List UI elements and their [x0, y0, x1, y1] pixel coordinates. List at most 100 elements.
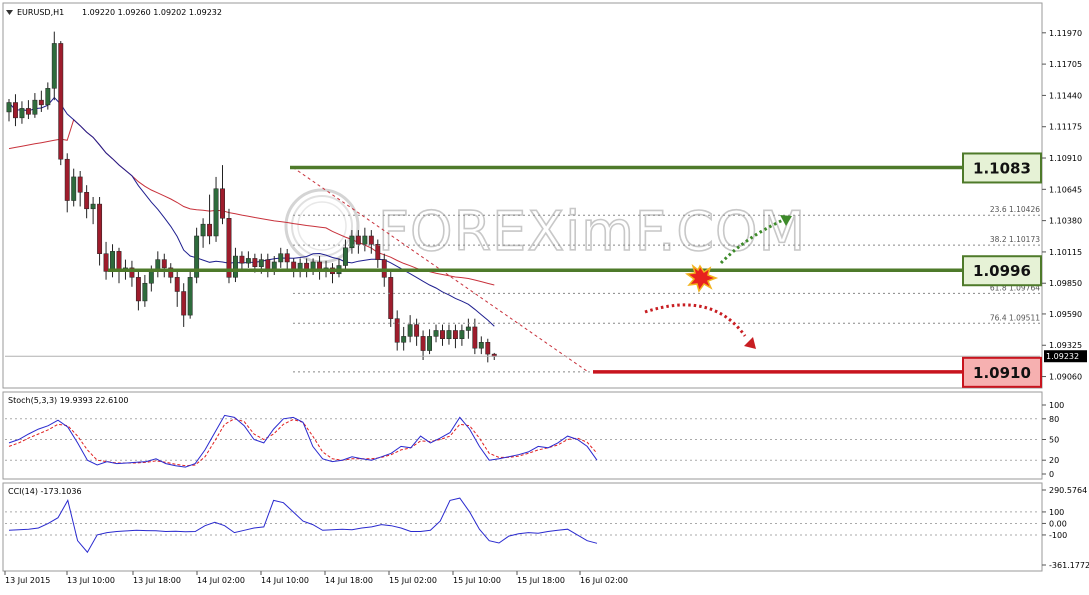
- candle-bull: [213, 188, 219, 237]
- stoch-tick-label: 100: [1049, 401, 1064, 410]
- candle-bear: [440, 330, 445, 340]
- time-tick-label: 16 Jul 02:00: [580, 576, 628, 585]
- level-badge-pivot: 1.0996: [962, 255, 1042, 287]
- price-tick-label: 1.10115: [1049, 248, 1082, 257]
- candle-bear: [252, 258, 258, 267]
- candle-bear: [38, 99, 44, 106]
- candle-bull: [245, 258, 251, 264]
- fib-level-label: 23.6 1.10426: [990, 205, 1040, 214]
- candle-bull: [478, 342, 484, 349]
- level-badge-resistance: 1.1083: [962, 152, 1042, 184]
- candle-bull: [278, 253, 284, 263]
- ohlc-values: 1.09220 1.09260 1.09202 1.09232: [82, 8, 222, 17]
- price-tick-label: 1.11175: [1049, 123, 1082, 132]
- price-tick-label: 1.11970: [1049, 29, 1082, 38]
- candle-bear: [64, 158, 70, 201]
- candle-bear: [97, 203, 103, 254]
- candle-bear: [58, 43, 64, 160]
- candle-bull: [19, 108, 25, 119]
- cci-tick-label: 290.5764: [1049, 486, 1087, 495]
- candle-bull: [433, 330, 439, 337]
- cci-tick-label: 0.00: [1049, 519, 1067, 528]
- candle-bull: [233, 255, 238, 278]
- time-tick-label: 14 Jul 18:00: [325, 576, 373, 585]
- time-tick-label: 15 Jul 18:00: [517, 576, 565, 585]
- stoch-tick-label: 20: [1049, 456, 1059, 465]
- candle: [58, 41, 64, 166]
- candle-bull: [32, 99, 38, 115]
- candle-bull: [45, 88, 51, 106]
- time-tick-label: 14 Jul 10:00: [261, 576, 309, 585]
- candle-bull: [6, 102, 12, 113]
- price-tick-label: 1.09850: [1049, 279, 1082, 288]
- time-tick-label: 14 Jul 02:00: [197, 576, 245, 585]
- time-tick-label: 13 Jul 18:00: [133, 576, 181, 585]
- candle-bull: [142, 282, 148, 302]
- time-tick-label: 13 Jul 10:00: [67, 576, 115, 585]
- chart-window[interactable]: FOREXimF.COM 23.6 1.10426 38.2 1.10173 61.…: [0, 0, 1089, 591]
- stoch-tick-label: 80: [1049, 415, 1059, 424]
- candle-bear: [388, 277, 394, 319]
- candle-bear: [220, 188, 225, 219]
- candle-bear: [135, 277, 141, 302]
- time-tick-label: 15 Jul 10:00: [453, 576, 501, 585]
- cci-tick-label: 100: [1049, 508, 1064, 517]
- stoch-tick-label: 0: [1049, 470, 1054, 479]
- price-tick-label: 1.10645: [1049, 185, 1082, 194]
- candle-bull: [342, 247, 348, 266]
- candle: [194, 227, 200, 284]
- level-badge-text: 1.1083: [973, 159, 1031, 177]
- watermark-text: FOREXimF.COM: [378, 200, 806, 263]
- symbol-label: EURUSD,H1: [17, 8, 64, 17]
- candle-bull: [148, 271, 154, 284]
- candle-bull: [71, 176, 77, 201]
- candle: [388, 271, 394, 327]
- candle-bull: [110, 251, 115, 272]
- candle-bear: [174, 277, 180, 292]
- candle-bear: [381, 259, 387, 278]
- candle-bear: [414, 324, 420, 337]
- price-tick-label: 1.09590: [1049, 310, 1082, 319]
- candle-bear: [284, 253, 290, 263]
- candle-bull: [349, 235, 355, 249]
- candle-bear: [77, 176, 83, 193]
- candle-bull: [187, 277, 193, 316]
- cci-tick-label: -100: [1049, 531, 1067, 540]
- candle-bull: [401, 336, 407, 343]
- candle-bear: [226, 218, 232, 278]
- time-tick-label: 15 Jul 02:00: [389, 576, 437, 585]
- candle-bull: [90, 203, 96, 210]
- candle-bull: [427, 336, 433, 351]
- price-tick-label: 1.10910: [1049, 154, 1082, 163]
- price-tick-label: 1.11440: [1049, 91, 1082, 100]
- candle-bull: [258, 259, 264, 267]
- panel-frames: [2, 2, 1043, 572]
- candle-bear: [452, 330, 458, 340]
- candle-bear: [161, 259, 167, 269]
- price-tick-label: 1.09060: [1049, 373, 1082, 382]
- candle-bear: [25, 108, 31, 115]
- candle-bull: [459, 330, 465, 340]
- candle-bull: [362, 235, 368, 245]
- candle-bull: [51, 43, 57, 89]
- candle-bear: [420, 336, 426, 351]
- stoch-label: Stoch(5,3,3) 19.9393 22.6100: [8, 396, 128, 405]
- candle-bear: [207, 223, 213, 237]
- level-badge-support: 1.0910: [962, 356, 1042, 388]
- price-tick-label: 1.11705: [1049, 60, 1082, 69]
- candle-bear: [239, 255, 245, 264]
- candle: [226, 208, 232, 284]
- fib-level-label: 38.2 1.10173: [990, 235, 1040, 244]
- level-badge-text: 1.0910: [973, 364, 1031, 382]
- chart-canvas[interactable]: FOREXimF.COM 23.6 1.1042638.2 1.1017361.…: [0, 0, 1089, 591]
- level-badge-text: 1.0996: [973, 262, 1031, 280]
- candle-bear: [368, 235, 374, 245]
- candle-bear: [485, 342, 491, 355]
- fib-level-label: 76.4 1.09511: [990, 313, 1040, 322]
- candle-bear: [394, 318, 400, 343]
- candle: [187, 270, 193, 319]
- time-tick-label: 13 Jul 2015: [5, 576, 50, 585]
- price-tick-label: 1.09325: [1049, 341, 1082, 350]
- stoch-tick-label: 50: [1049, 436, 1059, 445]
- candle-bear: [355, 235, 361, 245]
